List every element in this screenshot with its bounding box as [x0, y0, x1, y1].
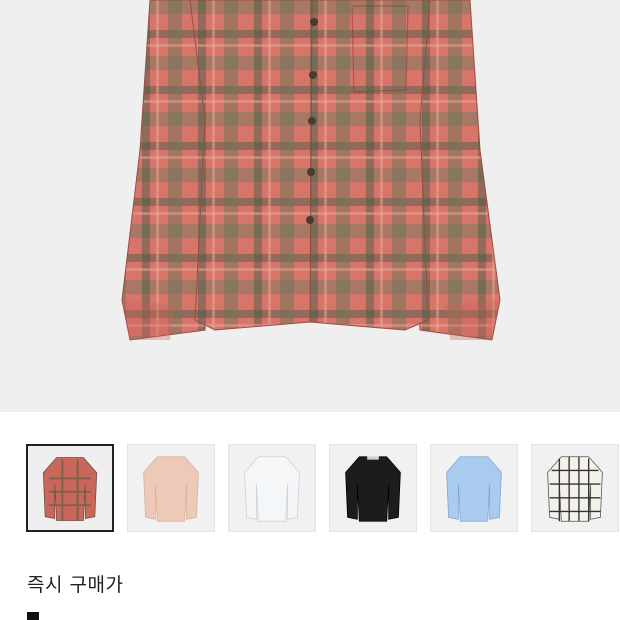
- shirt-icon: [547, 456, 603, 522]
- shirt-icon: [446, 456, 502, 522]
- thumbnail-pink[interactable]: [127, 444, 215, 532]
- plaid-shirt-illustration: [121, 0, 501, 341]
- thumbnail-white[interactable]: [228, 444, 316, 532]
- thumbnail-white-check[interactable]: [531, 444, 619, 532]
- thumbnail-plaid-red-green[interactable]: [26, 444, 114, 532]
- thumbnail-strip: [0, 412, 620, 552]
- shirt-icon: [244, 456, 300, 522]
- instant-buy-price-label: 즉시 구매가: [27, 574, 124, 596]
- thumbnail-black[interactable]: [329, 444, 417, 532]
- thumbnail-light-blue[interactable]: [430, 444, 518, 532]
- shirt-icon: [42, 457, 98, 521]
- shirt-icon: [345, 455, 401, 522]
- product-main-image[interactable]: [0, 0, 620, 412]
- price-partial: [27, 612, 39, 620]
- shirt-icon: [143, 456, 199, 522]
